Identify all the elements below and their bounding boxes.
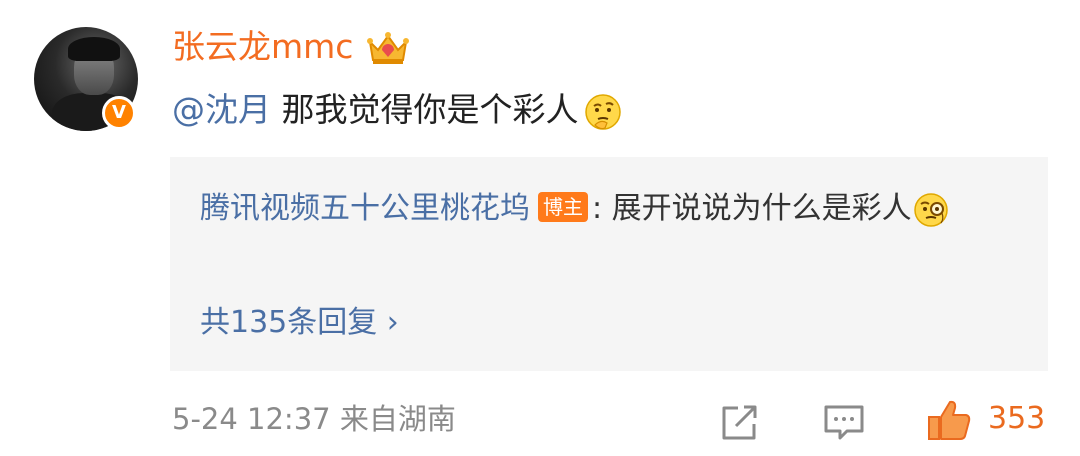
- reply-count-link[interactable]: 共135条回复 ›: [200, 303, 399, 343]
- comment-icon[interactable]: [822, 402, 866, 442]
- avatar-hair: [68, 37, 120, 61]
- reply-colon: :: [592, 191, 603, 226]
- like-count: 353: [988, 401, 1046, 436]
- monocle-face-icon: [913, 192, 948, 227]
- comment-content: @沈月 那我觉得你是个彩人: [172, 86, 623, 134]
- mention-link[interactable]: @沈月: [172, 90, 271, 129]
- reply-preview[interactable]: 腾讯视频五十公里桃花坞 博主: 展开说说为什么是彩人 共135条回复 ›: [170, 157, 1048, 371]
- verified-badge: V: [102, 96, 136, 130]
- username[interactable]: 张云龙mmc: [172, 26, 353, 68]
- author-badge: 博主: [538, 192, 588, 222]
- reply-text: 展开说说为什么是彩人: [611, 191, 912, 226]
- thinking-face-icon: [584, 93, 621, 130]
- reply-username[interactable]: 腾讯视频五十公里桃花坞: [200, 191, 530, 226]
- reply-text-block: 腾讯视频五十公里桃花坞 博主: 展开说说为什么是彩人: [200, 181, 1020, 237]
- timestamp-location: 5-24 12:37 来自湖南: [172, 402, 456, 436]
- share-icon[interactable]: [718, 402, 760, 442]
- crown-icon: [367, 32, 409, 64]
- thumbs-up-icon[interactable]: [926, 398, 972, 442]
- comment-text: 那我觉得你是个彩人: [281, 90, 579, 129]
